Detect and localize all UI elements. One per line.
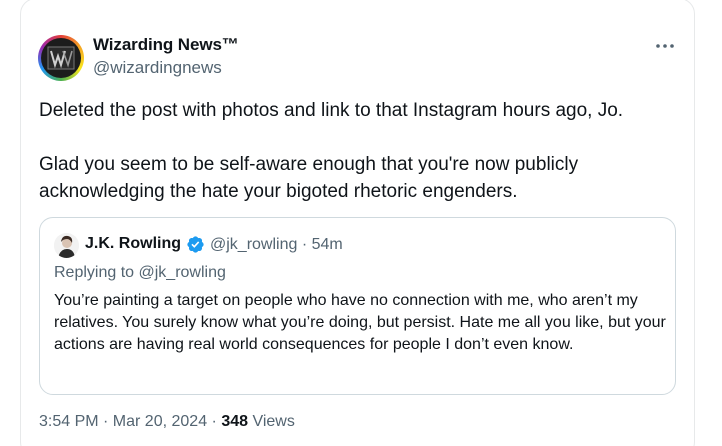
tweet-paragraph-2: Glad you seem to be self-aware enough th…: [39, 154, 579, 202]
author-display-name[interactable]: Wizarding News™: [93, 35, 239, 55]
views-count: 348: [221, 413, 249, 430]
replying-mention-link[interactable]: @jk_rowling: [139, 264, 226, 281]
replying-prefix: Replying to: [54, 264, 139, 281]
more-dots-icon: [656, 44, 674, 48]
quoted-tweet-text: You’re painting a target on people who h…: [54, 292, 666, 353]
timestamp-link[interactable]: 3:54 PM · Mar 20, 2024 ·: [39, 413, 221, 430]
verified-badge-icon: [187, 236, 204, 253]
portrait-icon: [54, 233, 79, 258]
author-avatar[interactable]: [38, 35, 84, 81]
tweet-meta: 3:54 PM · Mar 20, 2024 · 348 Views: [39, 413, 295, 431]
quoted-tweet[interactable]: J.K. Rowling @jk_rowling · 54m Replying …: [39, 217, 676, 395]
views-label: Views: [248, 413, 295, 430]
author-handle[interactable]: @wizardingnews: [93, 58, 222, 78]
quoted-handle-time[interactable]: @jk_rowling · 54m: [210, 236, 343, 254]
replying-to-line: Replying to @jk_rowling: [54, 264, 226, 282]
more-options-button[interactable]: [650, 34, 680, 58]
quoted-display-name[interactable]: J.K. Rowling: [85, 235, 181, 253]
quoted-author-avatar[interactable]: [54, 233, 79, 258]
wizarding-news-logo-icon: [41, 38, 81, 78]
tweet-text: Deleted the post with photos and link to…: [39, 97, 669, 205]
tweet-paragraph-1: Deleted the post with photos and link to…: [39, 100, 624, 121]
